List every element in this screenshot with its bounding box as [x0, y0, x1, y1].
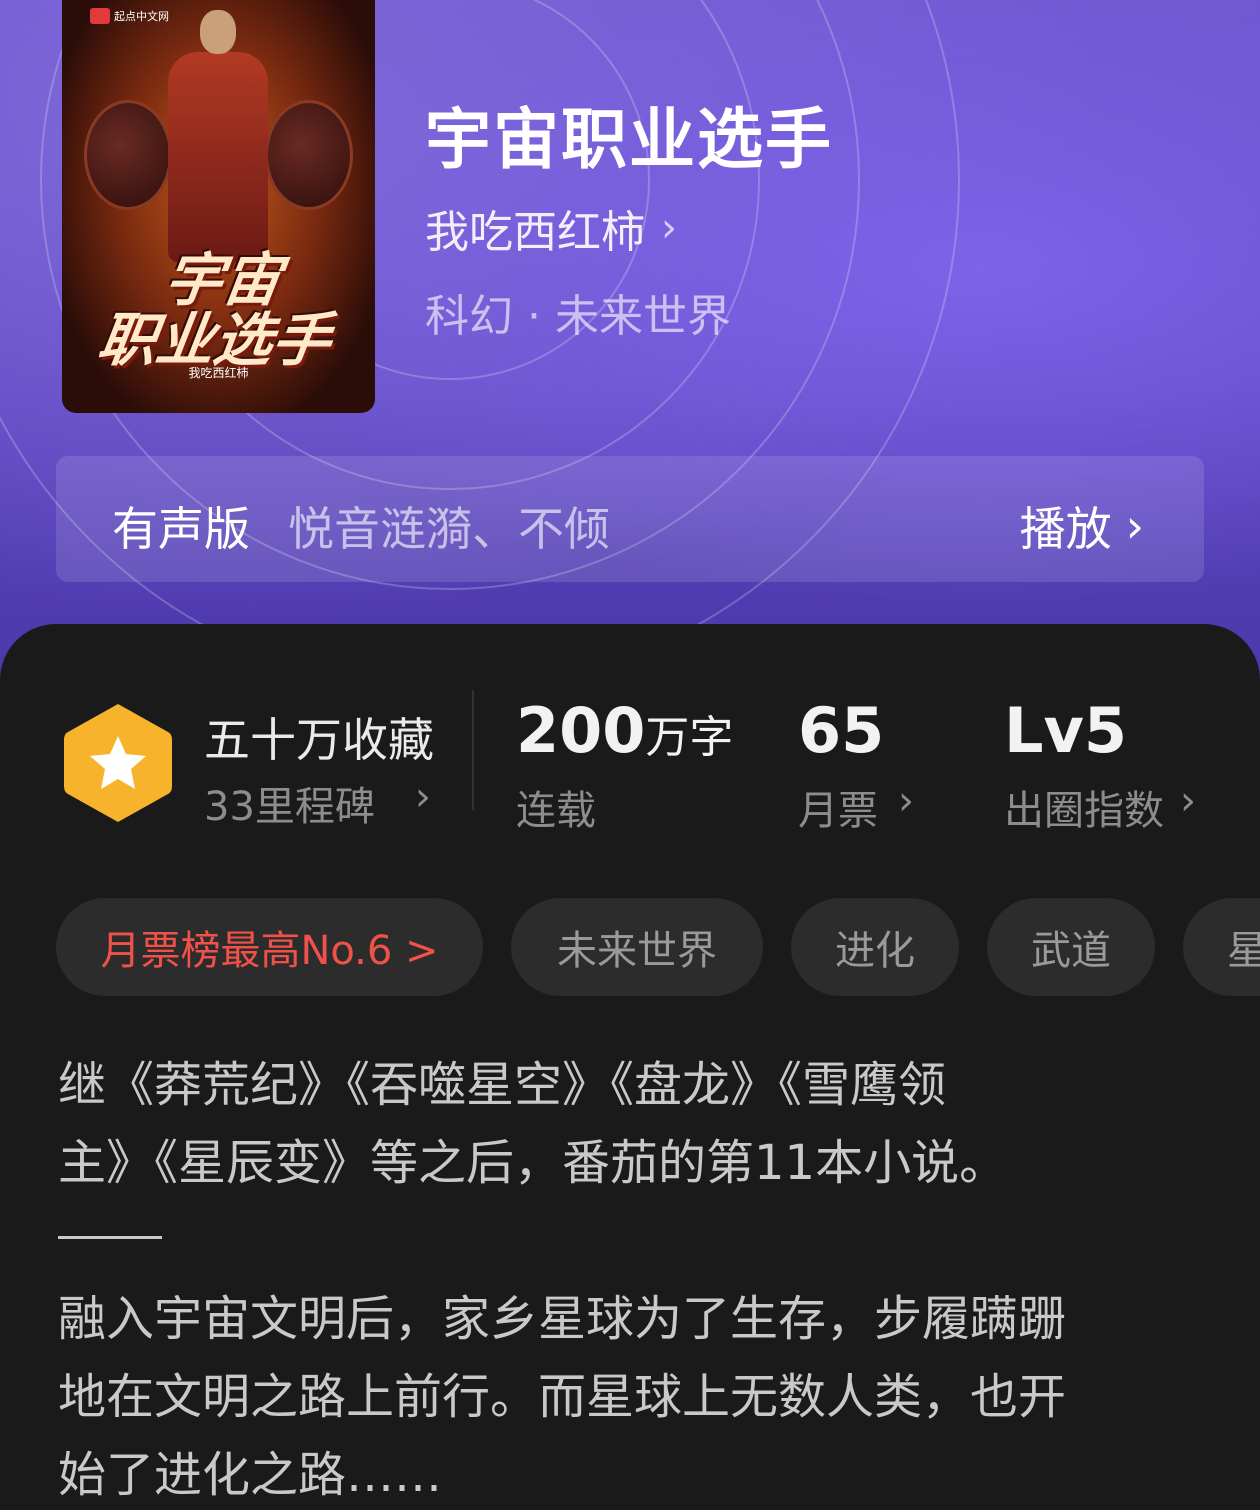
chevron-right-icon: › — [1180, 778, 1196, 824]
chevron-right-icon: › — [898, 778, 914, 824]
cover-author: 我吃西红柿 — [188, 366, 249, 380]
description-intro: 继《莽荒纪》《吞噬星空》《盘龙》《雪鹰领 主》《星辰变》等之后，番茄的第11本小… — [58, 1046, 1208, 1202]
book-title: 宇宙职业选手 — [425, 100, 833, 178]
hero-figure — [168, 52, 268, 262]
popularity-level: Lv5 — [1004, 694, 1128, 767]
cover-title: 宇宙 职业选手 — [74, 246, 364, 374]
book-cover[interactable]: 起点中文网 宇宙 职业选手 我吃西红柿 — [62, 0, 375, 413]
word-count: 200万字 — [516, 694, 733, 767]
shield-right — [265, 100, 353, 210]
description-separator — [58, 1236, 162, 1239]
description-line: 地在文明之路上前行。而星球上无数人类，也开 — [58, 1369, 1067, 1425]
author-name: 我吃西红柿 — [425, 207, 645, 258]
publisher-logo-icon — [90, 8, 110, 24]
word-count-unit: 万字 — [645, 712, 734, 763]
tag-rank[interactable]: 月票榜最高No.6 > — [56, 898, 483, 996]
chevron-right-icon: › — [661, 205, 677, 251]
description-synopsis: 融入宇宙文明后，家乡星球为了生存，步履蹒跚 地在文明之路上前行。而星球上无数人类… — [58, 1280, 1208, 1510]
book-header: 起点中文网 宇宙 职业选手 我吃西红柿 宇宙职业选手 我吃西红柿 › 科幻 · … — [0, 0, 1260, 700]
audiobook-bar[interactable]: 有声版 悦音涟漪、不倾 播放 › — [56, 456, 1204, 582]
cover-title-line: 宇宙 — [159, 246, 286, 314]
description-line: 继《莽荒纪》《吞噬星空》《盘龙》《雪鹰领 — [58, 1057, 947, 1113]
audiobook-narrators: 悦音涟漪、不倾 — [288, 502, 610, 556]
tag-item[interactable]: 进化 — [791, 898, 959, 996]
play-label: 播放 — [1019, 502, 1112, 556]
monthly-votes-link[interactable]: 月票 › — [798, 778, 914, 836]
description-line: 主》《星辰变》等之后，番茄的第11本小说。 — [58, 1135, 1008, 1191]
publisher-name: 起点中文网 — [114, 10, 169, 23]
word-count-number: 200 — [516, 694, 646, 767]
description-line: 始了进化之路…… — [58, 1447, 443, 1503]
popularity-index-link[interactable]: 出圈指数 › — [1004, 778, 1196, 836]
publisher-badge: 起点中文网 — [90, 8, 169, 24]
milestones-link[interactable]: 33里程碑 › — [204, 774, 431, 832]
milestones-label: 33里程碑 — [204, 784, 375, 830]
monthly-votes-label: 月票 — [798, 788, 878, 834]
tag-item[interactable]: 武道 — [987, 898, 1155, 996]
serial-status: 连载 — [516, 788, 596, 834]
popularity-index-label: 出圈指数 — [1004, 788, 1164, 834]
shield-left — [84, 100, 172, 210]
genre-label: 科幻 · 未来世界 — [425, 291, 731, 342]
cover-title-line: 职业选手 — [93, 306, 336, 374]
stat-divider — [472, 690, 474, 810]
star-hexagon-icon — [64, 704, 172, 822]
play-button[interactable]: 播放 › — [1020, 493, 1144, 559]
monthly-votes-count: 65 — [798, 694, 885, 767]
hero-head — [200, 10, 236, 54]
chevron-right-icon: › — [414, 774, 431, 820]
description-line: 融入宇宙文明后，家乡星球为了生存，步履蹒跚 — [58, 1291, 1067, 1347]
author-link[interactable]: 我吃西红柿 › — [425, 196, 677, 260]
audiobook-label: 有声版 — [112, 502, 250, 556]
tag-item[interactable]: 未来世界 — [511, 898, 763, 996]
chevron-right-icon: › — [1125, 499, 1144, 553]
collections-count: 五十万收藏 — [204, 713, 434, 767]
